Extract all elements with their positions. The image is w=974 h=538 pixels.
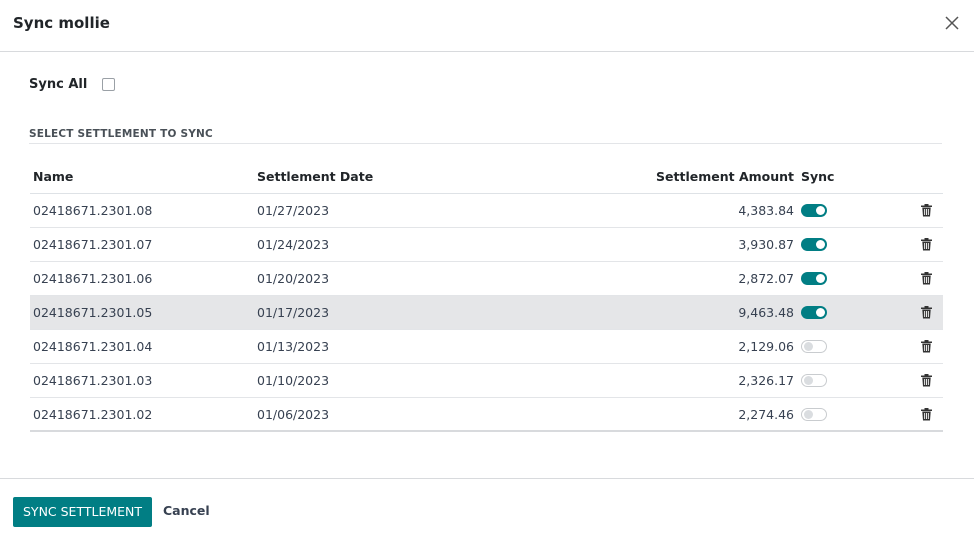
table-row[interactable]: 02418671.2301.06 01/20/2023 2,872.07: [30, 262, 943, 296]
trash-icon[interactable]: [921, 408, 932, 421]
table-body: 02418671.2301.08 01/27/2023 4,383.84 024186…: [30, 194, 943, 432]
trash-icon[interactable]: [921, 306, 932, 319]
settlement-amount: 3,930.87: [738, 237, 794, 252]
toggle-knob: [804, 342, 813, 351]
settlement-name: 02418671.2301.04: [33, 339, 153, 354]
settlement-name: 02418671.2301.07: [33, 237, 153, 252]
settlement-amount: 2,274.46: [738, 407, 794, 422]
sync-all-label: Sync All: [29, 77, 88, 92]
toggle-knob: [816, 206, 825, 215]
settlement-date: 01/10/2023: [257, 373, 330, 388]
settlement-amount: 9,463.48: [738, 305, 794, 320]
sync-toggle[interactable]: [801, 238, 827, 251]
settlement-amount: 2,326.17: [738, 373, 794, 388]
trash-icon[interactable]: [921, 238, 932, 251]
toggle-knob: [804, 410, 813, 419]
sync-settlement-button[interactable]: SYNC SETTLEMENT: [13, 497, 153, 527]
trash-icon[interactable]: [921, 340, 932, 353]
settlement-date: 01/20/2023: [257, 271, 330, 286]
settlement-amount: 2,129.06: [738, 339, 794, 354]
sync-toggle[interactable]: [801, 340, 827, 353]
cancel-button[interactable]: Cancel: [163, 503, 210, 518]
trash-icon[interactable]: [921, 204, 932, 217]
close-icon[interactable]: [943, 14, 961, 32]
sync-toggle[interactable]: [801, 204, 827, 217]
settlement-date: 01/17/2023: [257, 305, 330, 320]
settlement-date: 01/24/2023: [257, 237, 330, 252]
toggle-knob: [816, 308, 825, 317]
sync-all-field: Sync All: [29, 77, 116, 92]
dialog-footer: SYNC SETTLEMENT Cancel: [0, 478, 974, 538]
sync-toggle[interactable]: [801, 374, 827, 387]
table-row[interactable]: 02418671.2301.08 01/27/2023 4,383.84: [30, 194, 943, 228]
table-header: Name Settlement Date Settlement Amount S…: [30, 160, 943, 194]
column-header-name[interactable]: Name: [33, 169, 73, 184]
toggle-knob: [816, 274, 825, 283]
column-header-sync[interactable]: Sync: [801, 169, 834, 184]
settlement-amount: 4,383.84: [738, 203, 794, 218]
column-header-amount[interactable]: Settlement Amount: [656, 169, 794, 184]
table-row[interactable]: 02418671.2301.04 01/13/2023 2,129.06: [30, 330, 943, 364]
settlement-name: 02418671.2301.05: [33, 305, 153, 320]
settlement-name: 02418671.2301.06: [33, 271, 153, 286]
sync-toggle[interactable]: [801, 306, 827, 319]
sync-toggle[interactable]: [801, 408, 827, 421]
trash-icon[interactable]: [921, 272, 932, 285]
settlement-date: 01/13/2023: [257, 339, 330, 354]
settlement-date: 01/06/2023: [257, 407, 330, 422]
section-title: SELECT SETTLEMENT TO SYNC: [29, 128, 942, 144]
settlement-date: 01/27/2023: [257, 203, 330, 218]
table-row[interactable]: 02418671.2301.07 01/24/2023 3,930.87: [30, 228, 943, 262]
column-header-date[interactable]: Settlement Date: [257, 169, 373, 184]
settlement-name: 02418671.2301.02: [33, 407, 153, 422]
sync-toggle[interactable]: [801, 272, 827, 285]
dialog-title: Sync mollie: [13, 14, 110, 32]
toggle-knob: [804, 376, 813, 385]
toggle-knob: [816, 240, 825, 249]
settlement-name: 02418671.2301.03: [33, 373, 153, 388]
settlement-table: Name Settlement Date Settlement Amount S…: [30, 160, 943, 432]
table-row[interactable]: 02418671.2301.03 01/10/2023 2,326.17: [30, 364, 943, 398]
settlement-amount: 2,872.07: [738, 271, 794, 286]
trash-icon[interactable]: [921, 374, 932, 387]
table-row[interactable]: 02418671.2301.02 01/06/2023 2,274.46: [30, 398, 943, 432]
sync-all-checkbox[interactable]: [102, 78, 116, 91]
dialog-header: Sync mollie: [0, 0, 974, 52]
table-row[interactable]: 02418671.2301.05 01/17/2023 9,463.48: [30, 296, 943, 330]
settlement-name: 02418671.2301.08: [33, 203, 153, 218]
